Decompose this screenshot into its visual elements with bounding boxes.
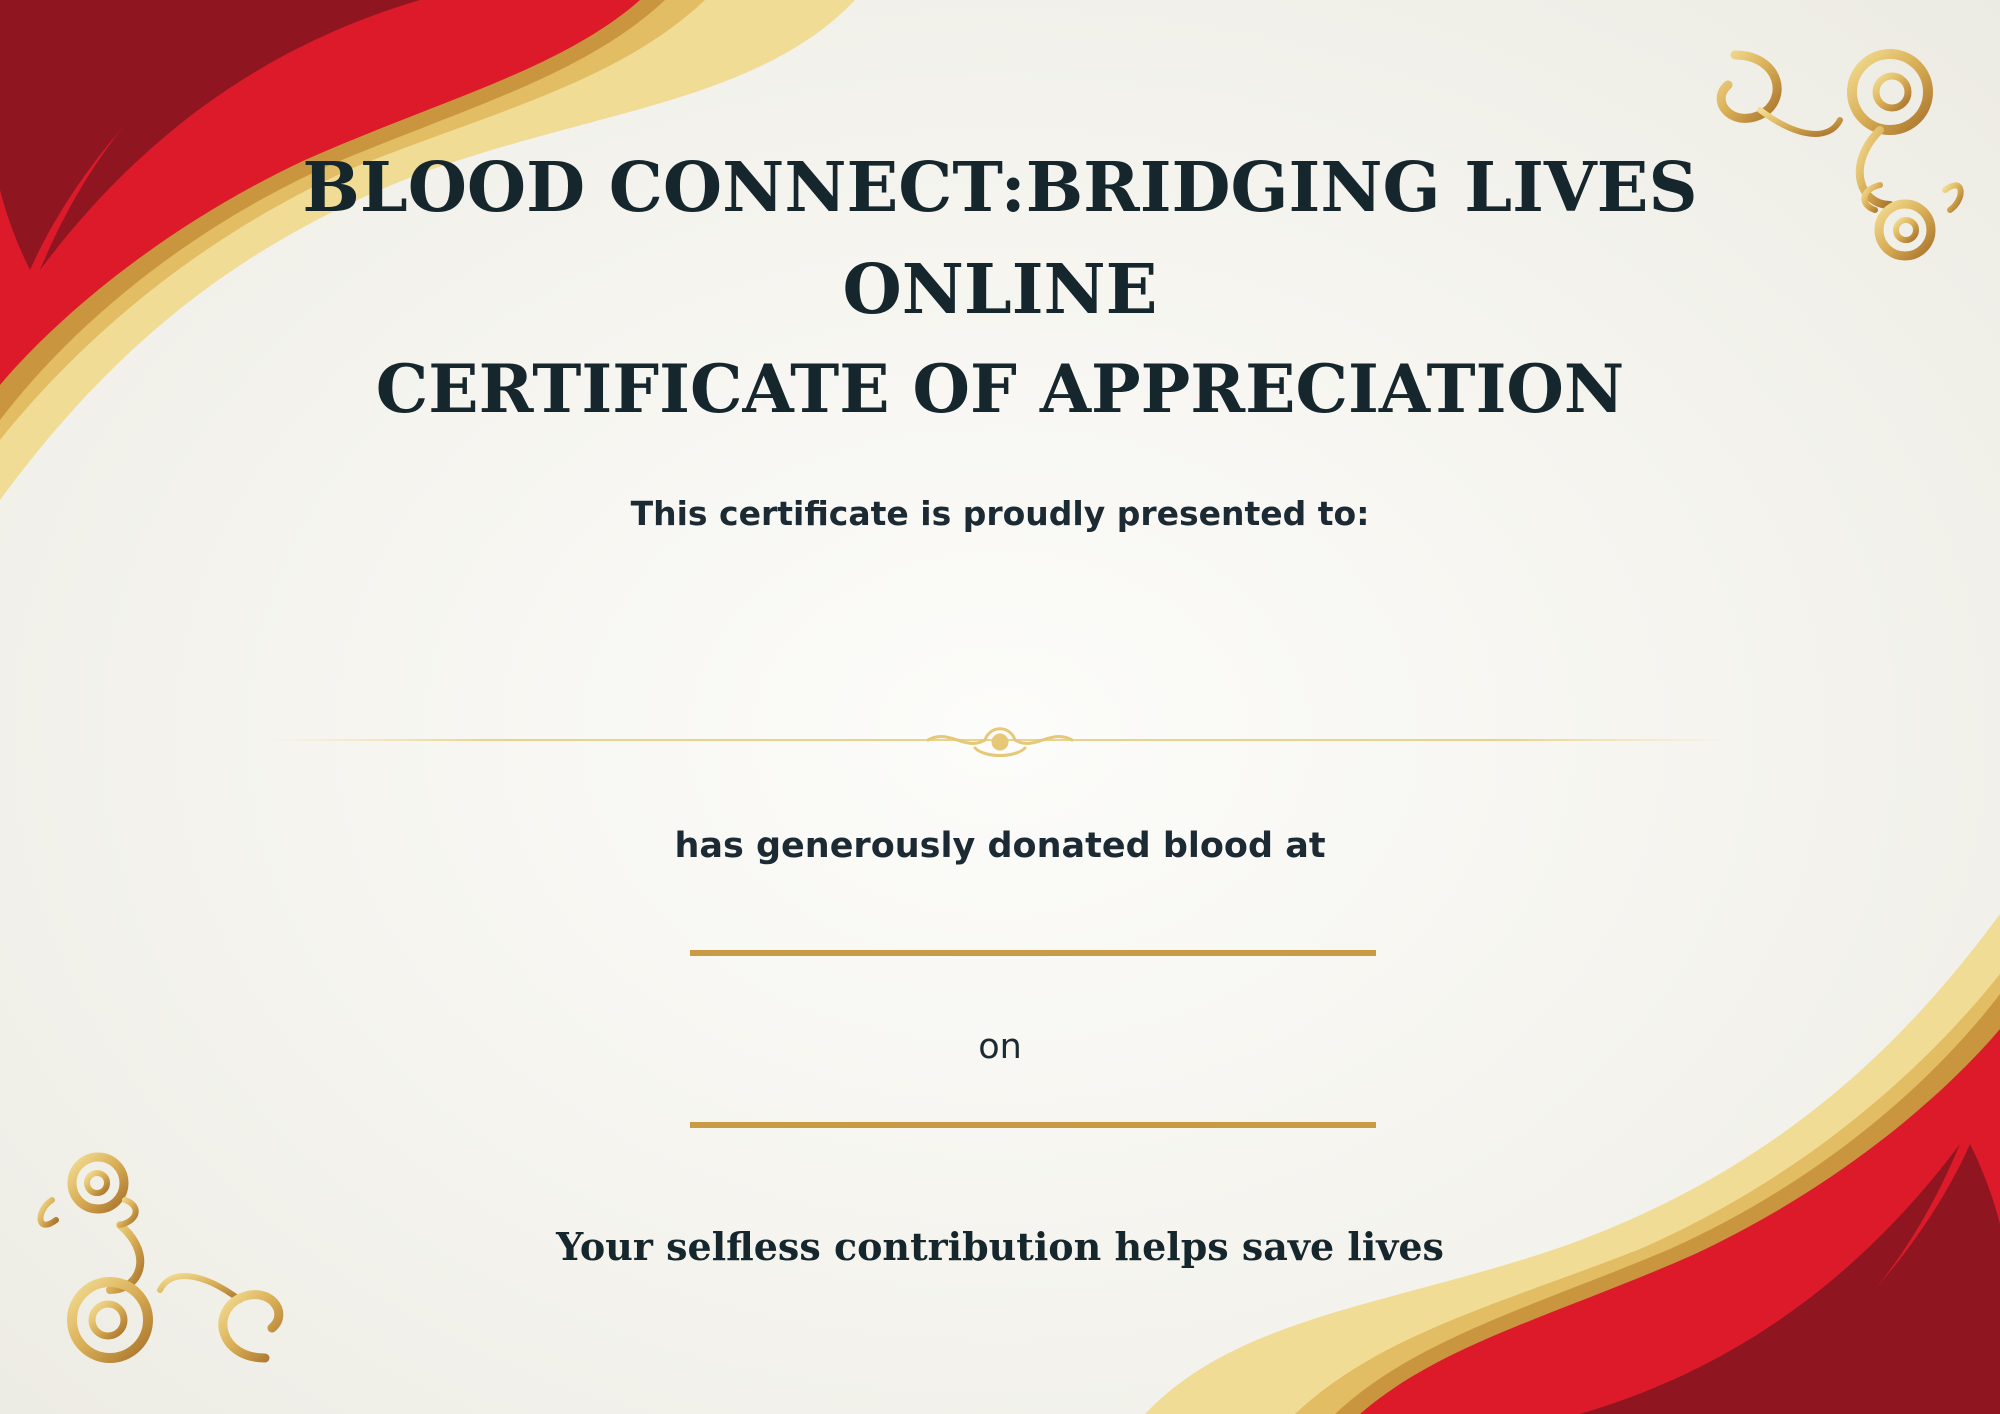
recipient-name-field[interactable] bbox=[500, 600, 1500, 680]
date-blank-line[interactable] bbox=[690, 1122, 1376, 1128]
title-line-2: ONLINE bbox=[842, 250, 1158, 330]
certificate: BLOOD CONNECT:BRIDGING LIVES ONLINE CERT… bbox=[0, 0, 2000, 1414]
title-line-1: BLOOD CONNECT:BRIDGING LIVES bbox=[302, 148, 1698, 228]
center-divider-icon bbox=[270, 727, 1730, 757]
certificate-heading: CERTIFICATE OF APPRECIATION bbox=[375, 350, 1625, 428]
presented-to-label: This certificate is proudly presented to… bbox=[630, 494, 1370, 533]
bottom-right-wave bbox=[1145, 914, 2000, 1414]
bottom-left-ornament-icon bbox=[37, 1029, 393, 1363]
on-label: on bbox=[978, 1027, 1022, 1067]
donated-at-label: has generously donated blood at bbox=[674, 826, 1326, 866]
closing-message: Your selfless contribution helps save li… bbox=[556, 1224, 1444, 1269]
venue-blank-line[interactable] bbox=[690, 950, 1376, 956]
